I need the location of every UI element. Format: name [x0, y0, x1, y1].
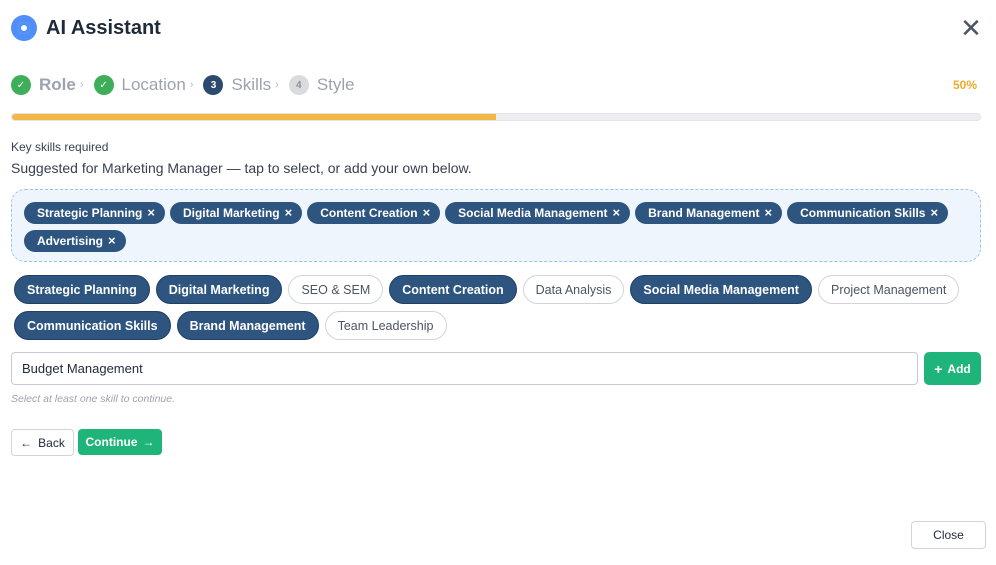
dialog-title: AI Assistant [46, 17, 161, 39]
chip-label: Strategic Planning [37, 206, 143, 220]
arrow-left-icon: ← [20, 435, 33, 450]
stepper: ✓ Role › ✓ Location › 3 Skills › 4 Style [11, 74, 365, 96]
plus-icon: + [934, 360, 943, 377]
selected-skill-chip: Digital Marketing × [169, 202, 303, 224]
suggestion-chip[interactable]: Content Creation [389, 275, 517, 304]
continue-button[interactable]: Continue → [78, 429, 162, 455]
back-label: Back [38, 435, 65, 450]
back-button[interactable]: ← Back [11, 429, 74, 456]
progress-bar [11, 113, 981, 121]
helper-text: Select at least one skill to continue. [11, 393, 176, 405]
arrow-right-icon: → [142, 435, 155, 449]
step-location[interactable]: ✓ Location › [93, 75, 194, 95]
progress-percent: 50% [953, 78, 978, 92]
question-hint: Suggested for Marketing Manager — tap to… [11, 160, 472, 176]
selected-skill-chip: Brand Management × [635, 202, 783, 224]
remove-icon[interactable]: × [423, 206, 431, 219]
step-label: Style [316, 75, 355, 94]
add-label: Add [947, 361, 971, 376]
check-icon: ✓ [11, 75, 31, 95]
step-number-badge: 3 [203, 75, 224, 95]
remove-icon[interactable]: × [285, 206, 293, 219]
suggestion-chip[interactable]: Brand Management [176, 311, 319, 340]
remove-icon[interactable]: × [613, 206, 621, 219]
add-skill-button[interactable]: + Add [924, 352, 981, 385]
chip-label: Brand Management [648, 206, 760, 220]
chip-label: Social Media Management [458, 206, 608, 220]
close-button[interactable]: Close [911, 521, 986, 549]
remove-icon[interactable]: × [108, 234, 116, 247]
suggestion-chip[interactable]: Data Analysis [522, 275, 625, 304]
assistant-logo-icon [11, 15, 37, 41]
selected-skill-chip: Strategic Planning × [24, 202, 165, 224]
selected-skill-chip: Content Creation × [307, 202, 441, 224]
suggested-skills: Strategic Planning Digital Marketing SEO… [14, 275, 984, 347]
step-role[interactable]: ✓ Role › [11, 75, 84, 95]
selected-skill-chip: Advertising × [24, 230, 126, 252]
step-label: Role [39, 75, 76, 94]
step-skills[interactable]: 3 Skills › [203, 75, 279, 95]
remove-icon[interactable]: × [930, 206, 938, 219]
step-label: Skills [231, 75, 272, 94]
chip-label: Content Creation [320, 206, 418, 220]
chip-label: Communication Skills [800, 206, 926, 220]
chevron-right-icon: › [189, 79, 194, 91]
suggestion-chip[interactable]: Project Management [817, 275, 960, 304]
step-style[interactable]: 4 Style [288, 75, 355, 95]
close-icon[interactable]: ✕ [960, 15, 982, 41]
chip-label: Digital Marketing [182, 206, 280, 220]
dialog-header: AI Assistant ✕ [0, 0, 996, 56]
suggestion-chip[interactable]: Social Media Management [630, 275, 812, 304]
progress-fill [12, 114, 496, 120]
remove-icon[interactable]: × [765, 206, 773, 219]
selected-skills-area: Strategic Planning × Digital Marketing ×… [11, 189, 981, 262]
suggestion-chip[interactable]: Digital Marketing [155, 275, 283, 304]
suggestion-chip[interactable]: Strategic Planning [14, 275, 150, 304]
suggestion-chip[interactable]: Communication Skills [14, 311, 171, 340]
chevron-right-icon: › [79, 79, 84, 91]
step-label: Location [121, 75, 186, 94]
chip-label: Advertising [37, 234, 104, 248]
step-number-badge: 4 [288, 75, 309, 95]
chevron-right-icon: › [275, 79, 279, 91]
check-icon: ✓ [93, 75, 114, 95]
suggestion-chip[interactable]: SEO & SEM [288, 275, 384, 304]
suggestion-chip[interactable]: Team Leadership [324, 311, 447, 340]
selected-skill-chip: Communication Skills × [787, 202, 949, 224]
continue-label: Continue [85, 435, 138, 449]
remove-icon[interactable]: × [147, 206, 155, 219]
question-label: Key skills required [11, 140, 109, 154]
custom-skill-input[interactable] [11, 352, 918, 385]
selected-skill-chip: Social Media Management × [445, 202, 631, 224]
